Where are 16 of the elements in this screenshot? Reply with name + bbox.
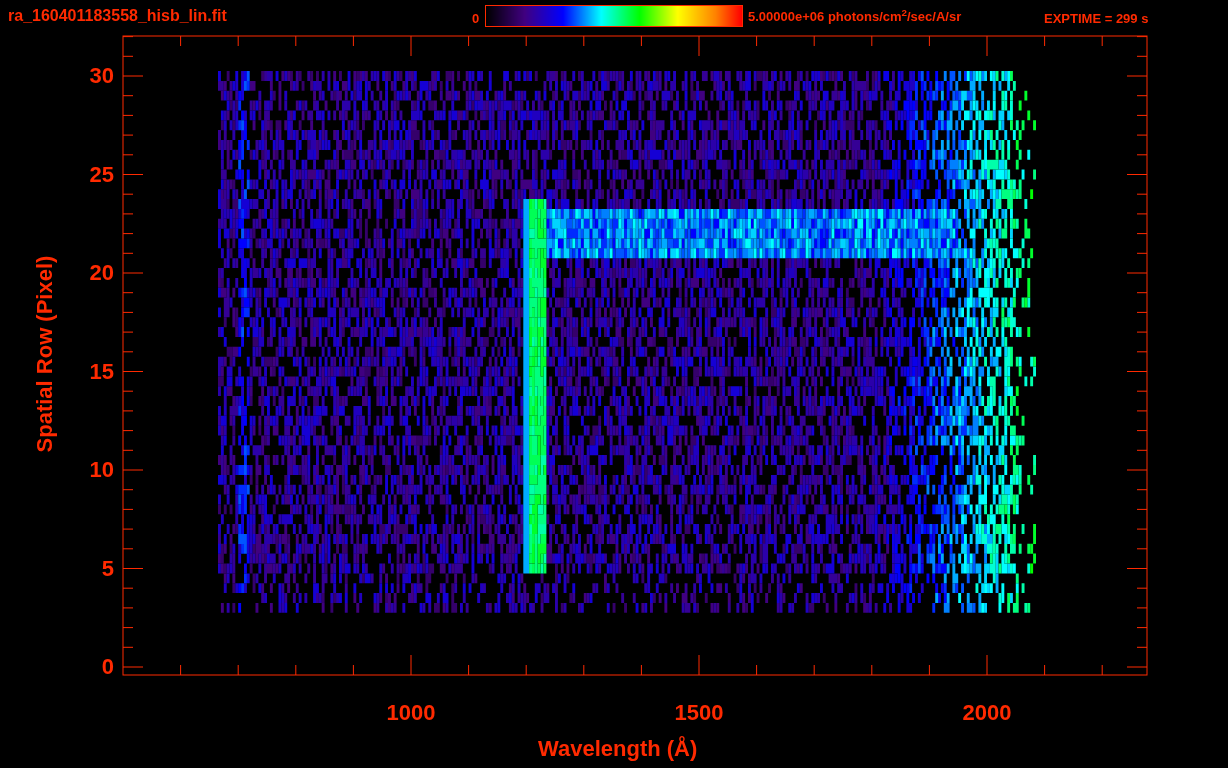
y-tick-label: 25 (88, 163, 114, 186)
colorbar-min-label: 0 (472, 12, 480, 25)
y-tick-label: 15 (88, 360, 114, 383)
y-tick-label: 30 (88, 65, 114, 87)
x-axis-title: Wavelength (Å) (538, 738, 698, 760)
x-tick-label: 1500 (673, 702, 725, 724)
file-title: ra_160401183558_hisb_lin.fit (8, 8, 227, 24)
colorbar-max-label: 5.00000e+06 photons/cm$^{2}$/sec/A/sr (748, 10, 962, 23)
y-tick-label: 0 (100, 656, 114, 678)
y-axis-title: Spatial Row (Pixel) (34, 254, 56, 455)
y-tick-label: 10 (88, 459, 114, 481)
y-tick-label: 5 (100, 557, 114, 580)
exposure-time: EXPTIME = 299 s (1044, 12, 1149, 25)
x-tick-label: 1000 (385, 702, 437, 724)
x-tick-label: 2000 (961, 702, 1013, 724)
y-tick-label: 20 (88, 262, 114, 284)
